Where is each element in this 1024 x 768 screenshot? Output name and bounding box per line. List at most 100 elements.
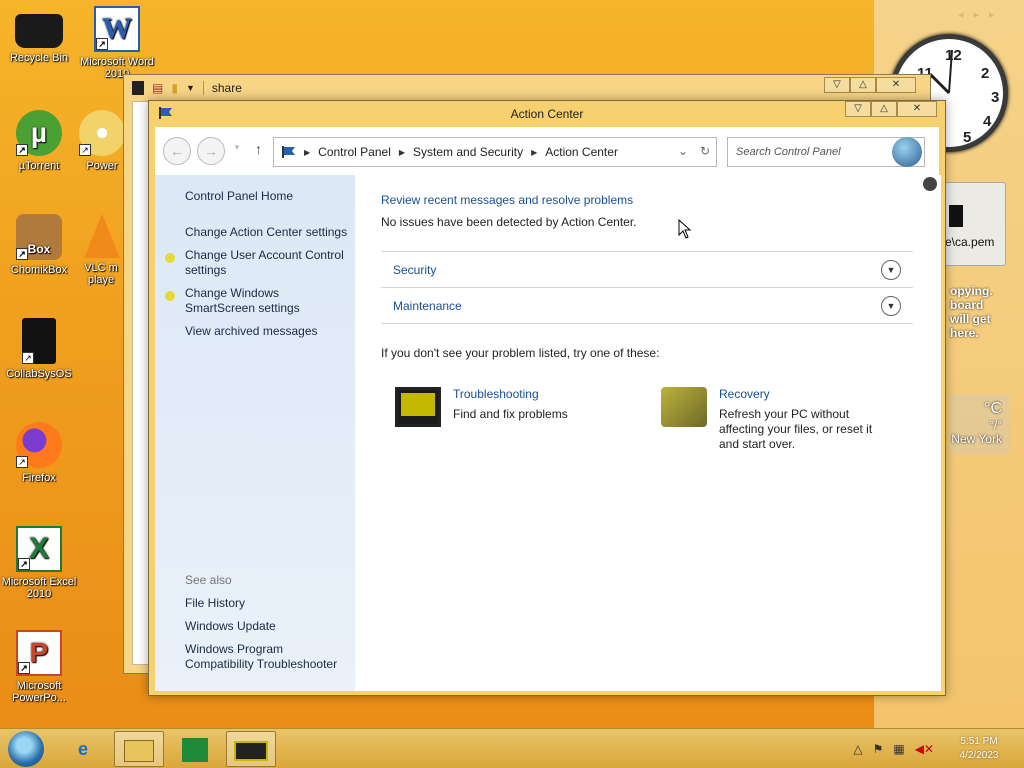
internet-explorer-taskbar-button[interactable]: e [58, 731, 108, 767]
settings-gear-icon[interactable] [923, 177, 937, 191]
weather-range: °/° [989, 418, 1002, 432]
action-center-window[interactable]: Action Center ▽ △ ✕ ← → ▼ ↑ ▶ Control Pa… [148, 100, 946, 696]
file-explorer-taskbar-button[interactable] [114, 731, 164, 767]
desktop-icon-label: Microsoft Excel 2010 [1, 576, 77, 600]
desktop-icon-collabsysos[interactable]: ↗ CollabSysOS [0, 318, 78, 380]
recovery-tile[interactable]: Recovery Refresh your PC without affecti… [661, 387, 891, 467]
minimize-button[interactable]: ▽ [824, 77, 850, 93]
minimize-button[interactable]: ▽ [845, 101, 871, 117]
system-tray: △ ⚑ ▦ ◀✕ 5:51 PM 4/2/2023 [853, 729, 1014, 768]
desktop-icon-label: Firefox [22, 472, 56, 484]
start-button[interactable] [6, 731, 46, 767]
store-icon [182, 738, 208, 763]
maximize-button[interactable]: △ [871, 101, 897, 117]
troubleshooting-tile[interactable]: Troubleshooting Find and fix problems [395, 387, 635, 447]
action-center-taskbar-button[interactable] [226, 731, 276, 767]
search-placeholder: Search Control Panel [736, 146, 841, 158]
breadcrumb-separator[interactable]: ▶ [304, 148, 310, 157]
background-window-titlebar[interactable]: ▤ ▮ ▼ share [124, 75, 930, 101]
window-titlebar[interactable]: Action Center ▽ △ ✕ [149, 101, 945, 127]
search-icon[interactable] [892, 137, 922, 167]
desktop-icon-firefox[interactable]: ↗ Firefox [0, 422, 78, 484]
desktop-icon-powerpoint[interactable]: P ↗ Microsoft PowerPo... [0, 630, 78, 704]
troubleshooting-link[interactable]: Troubleshooting [453, 387, 539, 401]
back-button[interactable]: ← [163, 137, 191, 165]
desktop-icon-word[interactable]: W ↗ Microsoft Word 2010 [78, 6, 156, 80]
troubleshooting-monitor-icon [395, 387, 441, 427]
desktop-icon-label: VLC m playe [84, 262, 118, 286]
weather-city: New York [951, 432, 1002, 446]
control-panel-home-link[interactable]: Control Panel Home [185, 189, 351, 204]
control-panel-icon [234, 741, 268, 762]
firefox-icon: ↗ [16, 422, 62, 468]
close-button[interactable]: ✕ [876, 77, 916, 93]
desktop-icon-recycle-bin[interactable]: Recycle Bin [0, 6, 78, 64]
desktop-icon-label: CollabSysOS [6, 368, 72, 380]
file-gadget[interactable]: e\ca.pem [942, 182, 1006, 266]
breadcrumb-separator[interactable]: ▶ [531, 148, 537, 157]
change-action-center-settings-link[interactable]: Change Action Center settings [185, 225, 351, 240]
desktop-icon-utorrent[interactable]: µ ↗ µTorrent [0, 110, 78, 172]
mouse-cursor-icon [678, 219, 692, 239]
show-hidden-icons-icon[interactable]: △ [853, 742, 862, 756]
divider [381, 251, 913, 252]
action-center-flag-tray-icon[interactable]: ⚑ [873, 742, 884, 756]
utorrent-icon: µ ↗ [16, 110, 62, 156]
new-folder-icon[interactable]: ▮ [171, 81, 178, 95]
gadget-nav-arrows[interactable]: ◂▸▸ [958, 8, 1005, 21]
recovery-description: Refresh your PC without affecting your f… [719, 407, 873, 451]
compatibility-troubleshooter-link[interactable]: Windows Program Compatibility Troublesho… [185, 642, 351, 672]
divider [381, 287, 913, 288]
address-bar[interactable]: ▶ Control Panel ▶ System and Security ▶ … [273, 137, 717, 167]
search-input[interactable]: Search Control Panel [727, 137, 925, 167]
taskbar-clock[interactable]: 5:51 PM 4/2/2023 [944, 735, 1014, 763]
review-messages-link[interactable]: Review recent messages and resolve probl… [381, 193, 633, 207]
desktop-icon-power[interactable]: ↗ Power [78, 110, 126, 172]
chomikbox-icon: Box ↗ [16, 214, 62, 260]
breadcrumb-system-security[interactable]: System and Security [413, 145, 523, 159]
desktop-icon-excel[interactable]: X ↗ Microsoft Excel 2010 [0, 526, 78, 600]
maximize-button[interactable]: △ [850, 77, 876, 93]
clipboard-gadget[interactable]: opying. board will get here. [950, 284, 993, 340]
address-dropdown-icon[interactable]: ⌄ [678, 144, 688, 158]
network-icon[interactable]: ▦ [893, 742, 904, 756]
breadcrumb-control-panel[interactable]: Control Panel [318, 145, 391, 159]
main-content: Review recent messages and resolve probl… [355, 175, 941, 691]
maintenance-section-header[interactable]: Maintenance [393, 299, 462, 313]
view-archived-messages-link[interactable]: View archived messages [185, 324, 351, 339]
breadcrumb-action-center[interactable]: Action Center [545, 145, 618, 159]
security-section-header[interactable]: Security [393, 263, 436, 277]
file-history-link[interactable]: File History [185, 596, 351, 611]
background-window-title: share [211, 81, 242, 95]
recent-pages-icon[interactable]: ▼ [233, 143, 241, 152]
store-taskbar-button[interactable] [170, 731, 220, 767]
window-icon [132, 81, 144, 95]
desktop-icon-chomikbox[interactable]: Box ↗ ChomikBox [0, 214, 78, 276]
powerpoint-icon: P ↗ [16, 630, 62, 676]
expand-maintenance-chevron-icon[interactable]: ▼ [881, 296, 901, 316]
change-uac-settings-link[interactable]: Change User Account Control settings [185, 248, 351, 278]
properties-icon[interactable]: ▤ [152, 81, 163, 95]
recovery-icon [661, 387, 707, 427]
change-smartscreen-settings-link[interactable]: Change Windows SmartScreen settings [185, 286, 351, 316]
desktop-icon-label: Microsoft PowerPo... [12, 680, 66, 704]
refresh-icon[interactable]: ↻ [700, 144, 710, 158]
dropdown-icon[interactable]: ▼ [186, 83, 195, 93]
volume-muted-icon[interactable]: ◀✕ [915, 742, 934, 756]
desktop-icon-vlc[interactable]: VLC m playe [78, 214, 126, 286]
up-button[interactable]: ↑ [255, 141, 262, 157]
close-button[interactable]: ✕ [897, 101, 937, 117]
clip-line: here. [950, 326, 979, 340]
clip-line: will get [950, 312, 991, 326]
file-gadget-label: e\ca.pem [945, 235, 995, 249]
see-also-heading: See also [185, 573, 232, 587]
weather-temp: °C [984, 400, 1002, 417]
uac-shield-icon [165, 253, 175, 263]
windows-update-link[interactable]: Windows Update [185, 619, 351, 634]
expand-security-chevron-icon[interactable]: ▼ [881, 260, 901, 280]
window-controls: ▽ △ ✕ [845, 101, 937, 117]
forward-button[interactable]: → [197, 137, 225, 165]
recovery-link[interactable]: Recovery [719, 387, 770, 401]
breadcrumb-separator[interactable]: ▶ [399, 148, 405, 157]
weather-gadget[interactable]: °C °/° New York [950, 394, 1010, 454]
